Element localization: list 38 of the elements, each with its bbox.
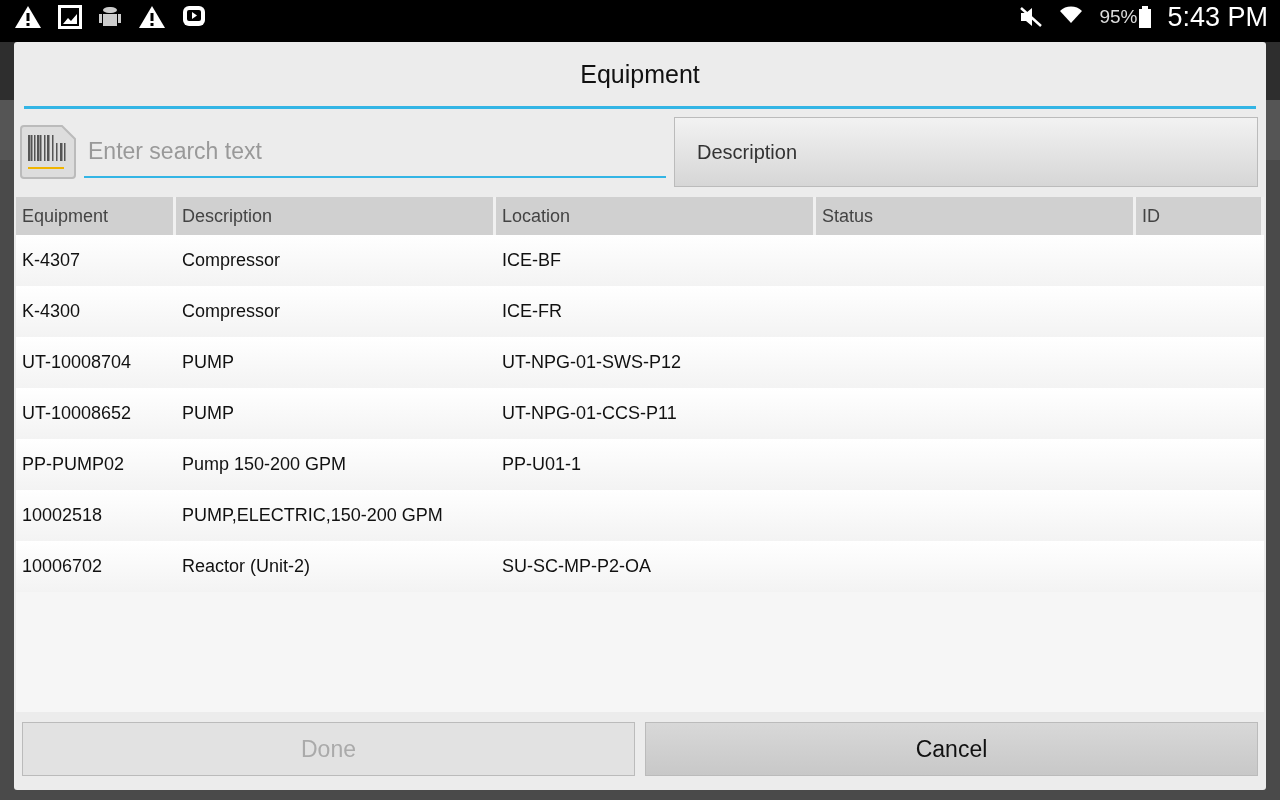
table-cell-text: PUMP,ELECTRIC,150-200 GPM [181, 504, 444, 527]
column-header[interactable]: ID [1136, 197, 1264, 235]
table-cell-text: ICE-BF [501, 249, 562, 272]
search-field[interactable]: Enter search text [84, 126, 666, 178]
dialog-title: Equipment [24, 42, 1256, 109]
table-cell-text: UT-NPG-01-CCS-P11 [501, 402, 678, 425]
image-icon [58, 5, 82, 29]
table-cell-text: K-4300 [21, 300, 82, 323]
table-cell-text: Pump 150-200 GPM [181, 453, 348, 476]
table-cell-text: SU-SC-MP-P2-OA [501, 555, 652, 578]
table-cell-text: 10006702 [21, 555, 104, 578]
table-cell-text: Compressor [181, 249, 282, 272]
sort-field-button[interactable]: Description [674, 117, 1258, 187]
table-cell-text: PUMP [181, 402, 235, 425]
video-icon [182, 5, 206, 29]
table-cell-text: PUMP [181, 351, 235, 374]
battery-percent: 95% [1099, 6, 1138, 28]
column-header[interactable]: Location [496, 197, 816, 235]
mute-icon [1019, 6, 1044, 28]
table-cell-text: 10002518 [21, 504, 104, 527]
table-cell-text: UT-10008704 [21, 351, 133, 374]
table-cell-text: PP-PUMP02 [21, 453, 126, 476]
warning-icon [138, 5, 166, 29]
table-cell-text: K-4307 [21, 249, 82, 272]
table-cell-text: Reactor (Unit-2) [181, 555, 312, 578]
cancel-button[interactable]: Cancel [645, 722, 1258, 776]
table-cell-text: UT-10008652 [21, 402, 133, 425]
clock-time: 5:43 PM [1167, 1, 1268, 33]
table-cell-text: ICE-FR [501, 300, 563, 323]
column-header[interactable]: Status [816, 197, 1136, 235]
table-cell-text: PP-U01-1 [501, 453, 583, 476]
column-header[interactable]: Equipment [16, 197, 176, 235]
table-cell-text: Compressor [181, 300, 282, 323]
barcode-scan-icon[interactable] [20, 125, 76, 179]
column-header[interactable]: Description [176, 197, 496, 235]
warning-icon [14, 5, 42, 29]
table-cell-text: UT-NPG-01-SWS-P12 [501, 351, 683, 374]
battery-icon [1139, 6, 1152, 28]
